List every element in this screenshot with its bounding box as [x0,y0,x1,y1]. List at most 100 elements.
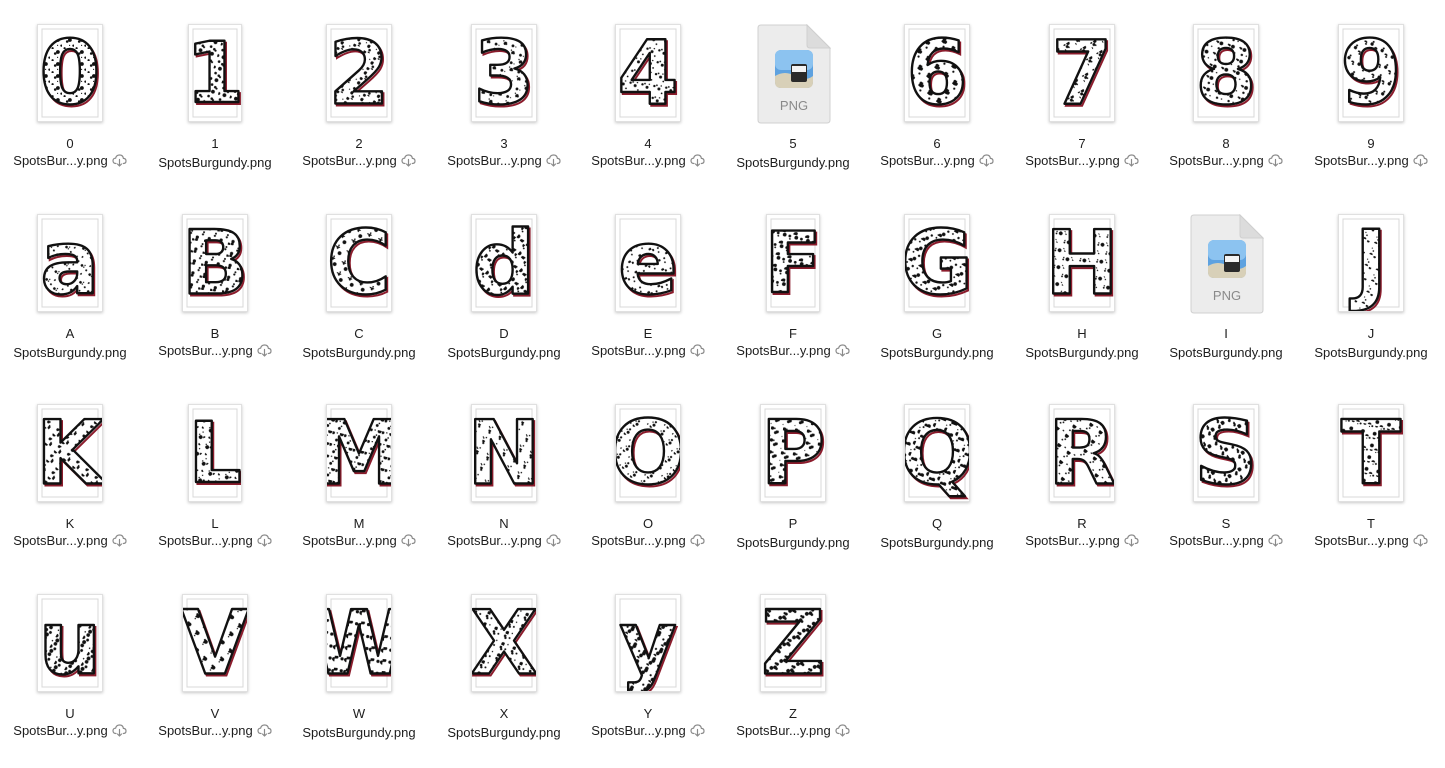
file-item[interactable]: a a A SpotsBurgundy.png [2,214,138,384]
file-item[interactable]: 2 2 2 SpotsBur...y.png [291,24,427,194]
icloud-download-icon[interactable] [1268,154,1283,167]
svg-text:S: S [1194,405,1257,501]
file-item[interactable]: J J J SpotsBurgundy.png [1303,214,1439,384]
file-item[interactable]: M M M SpotsBur...y.png [291,404,427,574]
file-item[interactable]: C C C SpotsBurgundy.png [291,214,427,384]
file-item[interactable]: V V V SpotsBur...y.png [147,594,283,764]
image-thumbnail: aa [37,214,103,312]
file-name: SpotsBur...y.png [141,723,289,739]
file-name: SpotsBurgundy.png [719,535,867,551]
icloud-download-icon[interactable] [257,344,272,357]
file-item[interactable]: e e E SpotsBur...y.png [580,214,716,384]
file-item[interactable]: 3 3 3 SpotsBur...y.png [436,24,572,194]
icloud-download-icon[interactable] [835,724,850,737]
file-name: SpotsBurgundy.png [141,155,289,171]
icloud-download-icon[interactable] [979,154,994,167]
icloud-download-icon[interactable] [401,154,416,167]
file-item[interactable]: 0 0 0 SpotsBur...y.png [2,24,138,194]
file-item[interactable]: N N N SpotsBur...y.png [436,404,572,574]
file-item[interactable]: P P P SpotsBurgundy.png [725,404,861,574]
icloud-download-icon[interactable] [257,724,272,737]
icloud-download-icon[interactable] [112,724,127,737]
polka-dot-letter-graphic: HH [1050,215,1114,311]
file-name-text: SpotsBurgundy.png [158,155,272,170]
file-label: J [1367,326,1375,341]
file-item[interactable]: PNG 5 SpotsBurgundy.png [725,23,861,194]
file-item[interactable]: L L L SpotsBur...y.png [147,404,283,574]
file-name-text: SpotsBur...y.png [158,533,253,548]
icloud-download-icon[interactable] [112,534,127,547]
file-name-text: SpotsBur...y.png [447,533,542,548]
file-name-text: SpotsBur...y.png [1314,153,1409,168]
svg-text:u: u [39,595,102,691]
file-item[interactable]: T T T SpotsBur...y.png [1303,404,1439,574]
file-item[interactable]: u u U SpotsBur...y.png [2,594,138,764]
file-name-text: SpotsBurgundy.png [447,725,561,740]
file-name: SpotsBur...y.png [285,153,433,169]
svg-text:9: 9 [1340,25,1401,121]
file-item[interactable]: 7 7 7 SpotsBur...y.png [1014,24,1150,194]
icloud-download-icon[interactable] [1124,534,1139,547]
icloud-download-icon[interactable] [690,154,705,167]
file-item[interactable]: B B B SpotsBur...y.png [147,214,283,384]
polka-dot-letter-graphic: 11 [189,25,241,121]
file-name-text: SpotsBurgundy.png [1314,345,1428,360]
file-item[interactable]: H H H SpotsBurgundy.png [1014,214,1150,384]
file-item[interactable]: X X X SpotsBurgundy.png [436,594,572,764]
icloud-download-icon[interactable] [112,154,127,167]
file-name-text: SpotsBurgundy.png [302,345,416,360]
file-item[interactable]: G G G SpotsBurgundy.png [869,214,1005,384]
image-thumbnail: 88 [1193,24,1259,122]
file-item[interactable]: Z Z Z SpotsBur...y.png [725,594,861,764]
file-item[interactable]: S S S SpotsBur...y.png [1158,404,1294,574]
file-name-text: SpotsBur...y.png [158,723,253,738]
file-label: X [499,706,509,721]
file-name-text: SpotsBur...y.png [302,533,397,548]
svg-text:K: K [38,405,102,501]
file-name-text: SpotsBur...y.png [1169,153,1264,168]
file-name-text: SpotsBur...y.png [736,343,831,358]
icloud-download-icon[interactable] [1268,534,1283,547]
file-name-text: SpotsBur...y.png [1169,533,1264,548]
icloud-download-icon[interactable] [690,344,705,357]
file-item[interactable]: O O O SpotsBur...y.png [580,404,716,574]
svg-text:0: 0 [39,25,100,121]
svg-text:Z: Z [761,595,825,691]
file-item[interactable]: PNG I SpotsBurgundy.png [1158,213,1294,384]
file-item[interactable]: 8 8 8 SpotsBur...y.png [1158,24,1294,194]
file-name: SpotsBur...y.png [1152,153,1300,169]
file-name-text: SpotsBur...y.png [591,533,686,548]
icloud-download-icon[interactable] [401,534,416,547]
icloud-download-icon[interactable] [257,534,272,547]
file-item[interactable]: W W W SpotsBurgundy.png [291,594,427,764]
icloud-download-icon[interactable] [835,344,850,357]
file-item[interactable]: y y Y SpotsBur...y.png [580,594,716,764]
file-item[interactable]: R R R SpotsBur...y.png [1014,404,1150,574]
file-item[interactable]: 6 6 6 SpotsBur...y.png [869,24,1005,194]
png-file-icon: PNG [1190,213,1265,314]
file-item[interactable]: 1 1 1 SpotsBurgundy.png [147,24,283,194]
file-item[interactable]: 9 9 9 SpotsBur...y.png [1303,24,1439,194]
icloud-download-icon[interactable] [690,534,705,547]
file-name-text: SpotsBur...y.png [13,153,108,168]
file-item[interactable]: Q Q Q SpotsBurgundy.png [869,404,1005,574]
file-name-text: SpotsBurgundy.png [1169,345,1283,360]
image-thumbnail: MM [326,404,392,502]
file-name-text: SpotsBur...y.png [158,343,253,358]
polka-dot-letter-graphic: uu [38,595,102,691]
file-item[interactable]: d d D SpotsBurgundy.png [436,214,572,384]
icloud-download-icon[interactable] [1124,154,1139,167]
icloud-download-icon[interactable] [546,154,561,167]
image-thumbnail: NN [471,404,537,502]
image-thumbnail: 00 [37,24,103,122]
file-item[interactable]: 4 4 4 SpotsBur...y.png [580,24,716,194]
icloud-download-icon[interactable] [690,724,705,737]
icloud-download-icon[interactable] [546,534,561,547]
file-label: A [65,326,75,341]
file-item[interactable]: K K K SpotsBur...y.png [2,404,138,574]
file-label: E [643,326,653,341]
icloud-download-icon[interactable] [1413,154,1428,167]
icloud-download-icon[interactable] [1413,534,1428,547]
file-name: SpotsBur...y.png [574,153,722,169]
file-item[interactable]: F F F SpotsBur...y.png [725,214,861,384]
